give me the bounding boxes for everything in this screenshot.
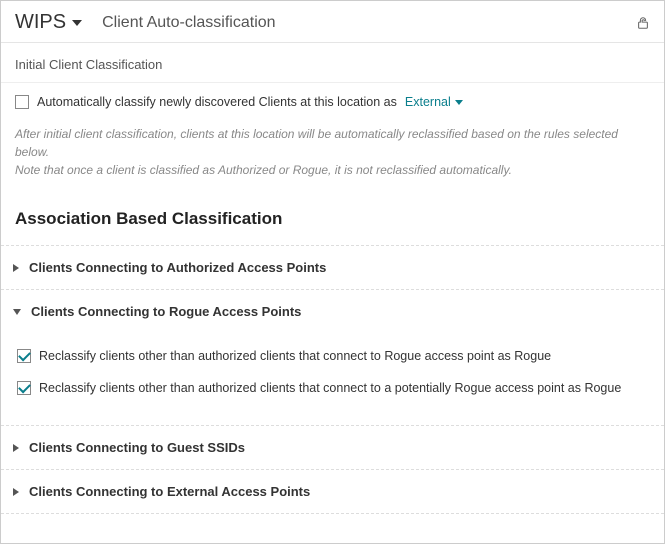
classification-dropdown-value: External [405, 95, 451, 109]
accordion-title: Clients Connecting to Guest SSIDs [29, 440, 245, 455]
chevron-right-icon [13, 488, 19, 496]
accordion-item-authorized: Clients Connecting to Authorized Access … [1, 245, 664, 289]
option-row: Reclassify clients other than authorized… [17, 343, 650, 375]
wips-dropdown-label: WIPS [15, 11, 66, 34]
caret-down-icon [455, 100, 463, 105]
accordion-header-authorized[interactable]: Clients Connecting to Authorized Access … [13, 260, 650, 275]
reclassify-rogue-checkbox[interactable] [17, 349, 31, 363]
hint-text: After initial client classification, cli… [1, 119, 664, 197]
hint-line-2: Note that once a client is classified as… [15, 161, 650, 179]
classification-dropdown[interactable]: External [405, 95, 463, 109]
accordion-title: Clients Connecting to External Access Po… [29, 484, 310, 499]
chevron-right-icon [13, 264, 19, 272]
wips-dropdown[interactable]: WIPS [15, 11, 82, 34]
option-label: Reclassify clients other than authorized… [39, 349, 551, 363]
unlock-icon[interactable] [636, 16, 650, 30]
page-header: WIPS Client Auto-classification [1, 1, 664, 43]
page-title: Client Auto-classification [102, 14, 616, 32]
accordion-title: Clients Connecting to Authorized Access … [29, 260, 326, 275]
reclassify-potential-rogue-checkbox[interactable] [17, 381, 31, 395]
auto-classify-label: Automatically classify newly discovered … [37, 95, 397, 109]
accordion-header-external[interactable]: Clients Connecting to External Access Po… [13, 484, 650, 499]
initial-classification-label: Initial Client Classification [1, 43, 664, 83]
accordion-item-rogue: Clients Connecting to Rogue Access Point… [1, 289, 664, 425]
association-heading: Association Based Classification [1, 197, 664, 245]
accordion-title: Clients Connecting to Rogue Access Point… [31, 304, 301, 319]
auto-classify-row: Automatically classify newly discovered … [1, 83, 664, 119]
chevron-right-icon [13, 444, 19, 452]
caret-down-icon [72, 20, 82, 26]
option-label: Reclassify clients other than authorized… [39, 381, 621, 395]
option-row: Reclassify clients other than authorized… [17, 375, 650, 407]
accordion-item-guest: Clients Connecting to Guest SSIDs [1, 425, 664, 469]
accordion-item-external: Clients Connecting to External Access Po… [1, 469, 664, 514]
accordion-header-guest[interactable]: Clients Connecting to Guest SSIDs [13, 440, 650, 455]
accordion-header-rogue[interactable]: Clients Connecting to Rogue Access Point… [13, 304, 650, 319]
accordion-body-rogue: Reclassify clients other than authorized… [13, 319, 650, 411]
hint-line-1: After initial client classification, cli… [15, 125, 650, 161]
chevron-down-icon [13, 309, 21, 315]
auto-classify-checkbox[interactable] [15, 95, 29, 109]
